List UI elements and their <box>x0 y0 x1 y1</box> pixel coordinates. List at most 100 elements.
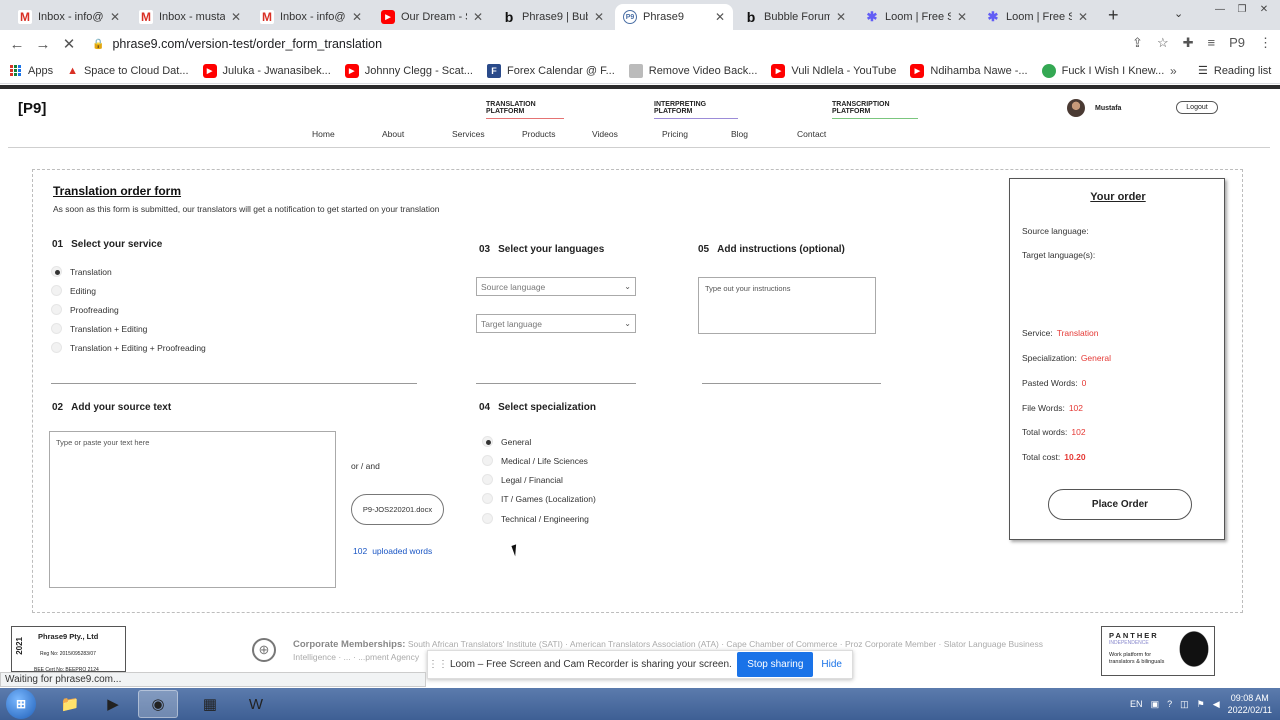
network-icon[interactable]: ◫ <box>1180 699 1189 710</box>
spec-option-legal[interactable]: Legal / Financial <box>482 474 563 485</box>
nav-pricing[interactable]: Pricing <box>662 129 688 139</box>
service-option-proofreading[interactable]: Proofreading <box>51 304 119 315</box>
close-icon[interactable]: ✕ <box>1078 10 1088 24</box>
restore-icon[interactable]: ❐ <box>1232 2 1252 16</box>
panther-logo[interactable]: PANTHER INDEPENDENCE Work platform for t… <box>1101 626 1215 676</box>
service-option-translation-editing-proofreading[interactable]: Translation + Editing + Proofreading <box>51 342 206 353</box>
radio-selected-icon[interactable] <box>482 436 493 447</box>
calculator-icon[interactable]: ▦ <box>190 690 230 718</box>
spec-option-technical[interactable]: Technical / Engineering <box>482 513 589 524</box>
clock[interactable]: 09:08 AM 2022/02/11 <box>1228 692 1272 716</box>
close-icon[interactable]: ✕ <box>715 10 725 24</box>
start-button-icon[interactable]: ⊞ <box>6 689 36 719</box>
service-option-translation-editing[interactable]: Translation + Editing <box>51 323 147 334</box>
close-icon[interactable]: ✕ <box>110 10 120 24</box>
address-bar[interactable]: 🔒 phrase9.com/version-test/order_form_tr… <box>92 33 1162 55</box>
radio-icon[interactable] <box>51 285 62 296</box>
media-icon[interactable]: ≡ <box>1208 35 1216 51</box>
bookmark-item[interactable]: Fuck I Wish I Knew... <box>1041 63 1164 78</box>
stop-sharing-button[interactable]: Stop sharing <box>737 652 814 677</box>
more-bookmarks-icon[interactable]: » <box>1170 64 1177 78</box>
close-window-icon[interactable]: ✕ <box>1254 2 1274 16</box>
profile-icon[interactable]: P9 <box>1229 35 1245 51</box>
radio-icon[interactable] <box>482 513 493 524</box>
hide-button[interactable]: Hide <box>821 659 842 670</box>
menu-icon[interactable]: ⋮ <box>1259 35 1272 51</box>
bookmark-item[interactable]: F Forex Calendar @ F... <box>486 63 615 78</box>
word-icon[interactable]: W <box>236 690 276 718</box>
browser-tab-8[interactable]: ✱Loom | Free Sc✕ <box>857 4 975 30</box>
spec-option-it-games[interactable]: IT / Games (Localization) <box>482 493 596 504</box>
share-icon[interactable]: ⇪ <box>1132 35 1143 51</box>
uploaded-file-button[interactable]: P9-JOS220201.docx <box>351 494 444 525</box>
help-icon[interactable]: ? <box>1167 699 1172 709</box>
radio-icon[interactable] <box>482 455 493 466</box>
transcription-platform-link[interactable]: TRANSCRIPTION PLATFORM <box>832 101 918 119</box>
browser-tab-7[interactable]: b Bubble Forum ✕ <box>736 4 854 30</box>
translation-platform-link[interactable]: TRANSLATION PLATFORM <box>486 101 564 119</box>
service-option-editing[interactable]: Editing <box>51 285 96 296</box>
tray-icon[interactable]: ▣ <box>1151 699 1160 710</box>
radio-icon[interactable] <box>51 342 62 353</box>
drag-handle-icon[interactable]: ⋮⋮ <box>428 659 448 670</box>
radio-selected-icon[interactable] <box>51 266 62 277</box>
nav-videos[interactable]: Videos <box>592 129 618 139</box>
nav-contact[interactable]: Contact <box>797 129 826 139</box>
nav-about[interactable]: About <box>382 129 404 139</box>
target-language-select[interactable]: Target language ⌄ <box>476 314 636 333</box>
close-icon[interactable]: ✕ <box>836 10 846 24</box>
browser-tab-4[interactable]: ▶Our Dream - Sc✕ <box>373 4 491 30</box>
close-icon[interactable]: ✕ <box>594 10 604 24</box>
nav-blog[interactable]: Blog <box>731 129 748 139</box>
browser-tab-2[interactable]: MInbox - mustafa✕ <box>131 4 249 30</box>
service-option-translation[interactable]: Translation <box>51 266 112 277</box>
nav-products[interactable]: Products <box>522 129 556 139</box>
source-text-input[interactable]: Type or paste your text here <box>49 431 336 588</box>
close-icon[interactable]: ✕ <box>473 10 483 24</box>
tab-search-icon[interactable]: ⌄ <box>1174 7 1183 20</box>
source-language-select[interactable]: Source language ⌄ <box>476 277 636 296</box>
spec-option-medical[interactable]: Medical / Life Sciences <box>482 455 588 466</box>
spec-option-general[interactable]: General <box>482 436 531 447</box>
browser-tab-1[interactable]: M Inbox - info@p ✕ <box>10 4 128 30</box>
minimize-icon[interactable]: — <box>1210 2 1230 16</box>
interpreting-platform-link[interactable]: INTERPRETING PLATFORM <box>654 101 738 119</box>
place-order-button[interactable]: Place Order <box>1048 489 1192 520</box>
flag-icon[interactable]: ⚑ <box>1197 699 1205 710</box>
bookmark-item[interactable]: ▶ Ndihamba Nawe -... <box>910 63 1028 78</box>
new-tab-icon[interactable]: + <box>1108 5 1119 26</box>
radio-icon[interactable] <box>482 493 493 504</box>
radio-icon[interactable] <box>482 474 493 485</box>
close-icon[interactable]: ✕ <box>231 10 241 24</box>
bookmark-item[interactable]: Remove Video Back... <box>628 63 757 78</box>
forward-icon[interactable]: → <box>30 36 56 53</box>
radio-icon[interactable] <box>51 323 62 334</box>
bookmark-item[interactable]: ▶ Johnny Clegg - Scat... <box>344 63 473 78</box>
radio-icon[interactable] <box>51 304 62 315</box>
volume-icon[interactable]: ◀ <box>1213 699 1220 710</box>
back-icon[interactable]: ← <box>4 36 30 53</box>
instructions-input[interactable]: Type out your instructions <box>698 277 876 334</box>
lock-icon[interactable]: 🔒 <box>92 39 104 50</box>
browser-tab-3[interactable]: M Inbox - info@p ✕ <box>252 4 370 30</box>
bookmark-star-icon[interactable]: ☆ <box>1157 35 1169 51</box>
site-logo[interactable]: [P9] <box>18 100 46 117</box>
reading-list-button[interactable]: ☰ Reading list <box>1198 64 1271 78</box>
logout-button[interactable]: Logout <box>1176 101 1218 114</box>
browser-tab-9[interactable]: ✱Loom | Free Sc✕ <box>978 4 1096 30</box>
nav-services[interactable]: Services <box>452 129 485 139</box>
extensions-icon[interactable]: ✚ <box>1183 35 1194 51</box>
chrome-icon[interactable]: ◉ <box>138 690 178 718</box>
close-icon[interactable]: ✕ <box>352 10 362 24</box>
nav-home[interactable]: Home <box>312 129 335 139</box>
browser-tab-5[interactable]: bPhrase9 | Bubbl✕ <box>494 4 612 30</box>
bookmark-item[interactable]: ▶ Juluka - Jwanasibek... <box>202 63 331 78</box>
bookmark-item[interactable]: ▲ Space to Cloud Dat... <box>67 65 188 77</box>
bookmark-item[interactable]: ▶ Vuli Ndlela - YouTube <box>771 63 896 78</box>
browser-tab-6-active[interactable]: P9 Phrase9 ✕ <box>615 4 733 30</box>
avatar[interactable] <box>1067 99 1085 117</box>
language-indicator[interactable]: EN <box>1130 699 1143 709</box>
bookmark-apps[interactable]: Apps <box>10 64 53 77</box>
close-icon[interactable]: ✕ <box>957 10 967 24</box>
media-player-icon[interactable]: ▶ <box>93 690 133 718</box>
